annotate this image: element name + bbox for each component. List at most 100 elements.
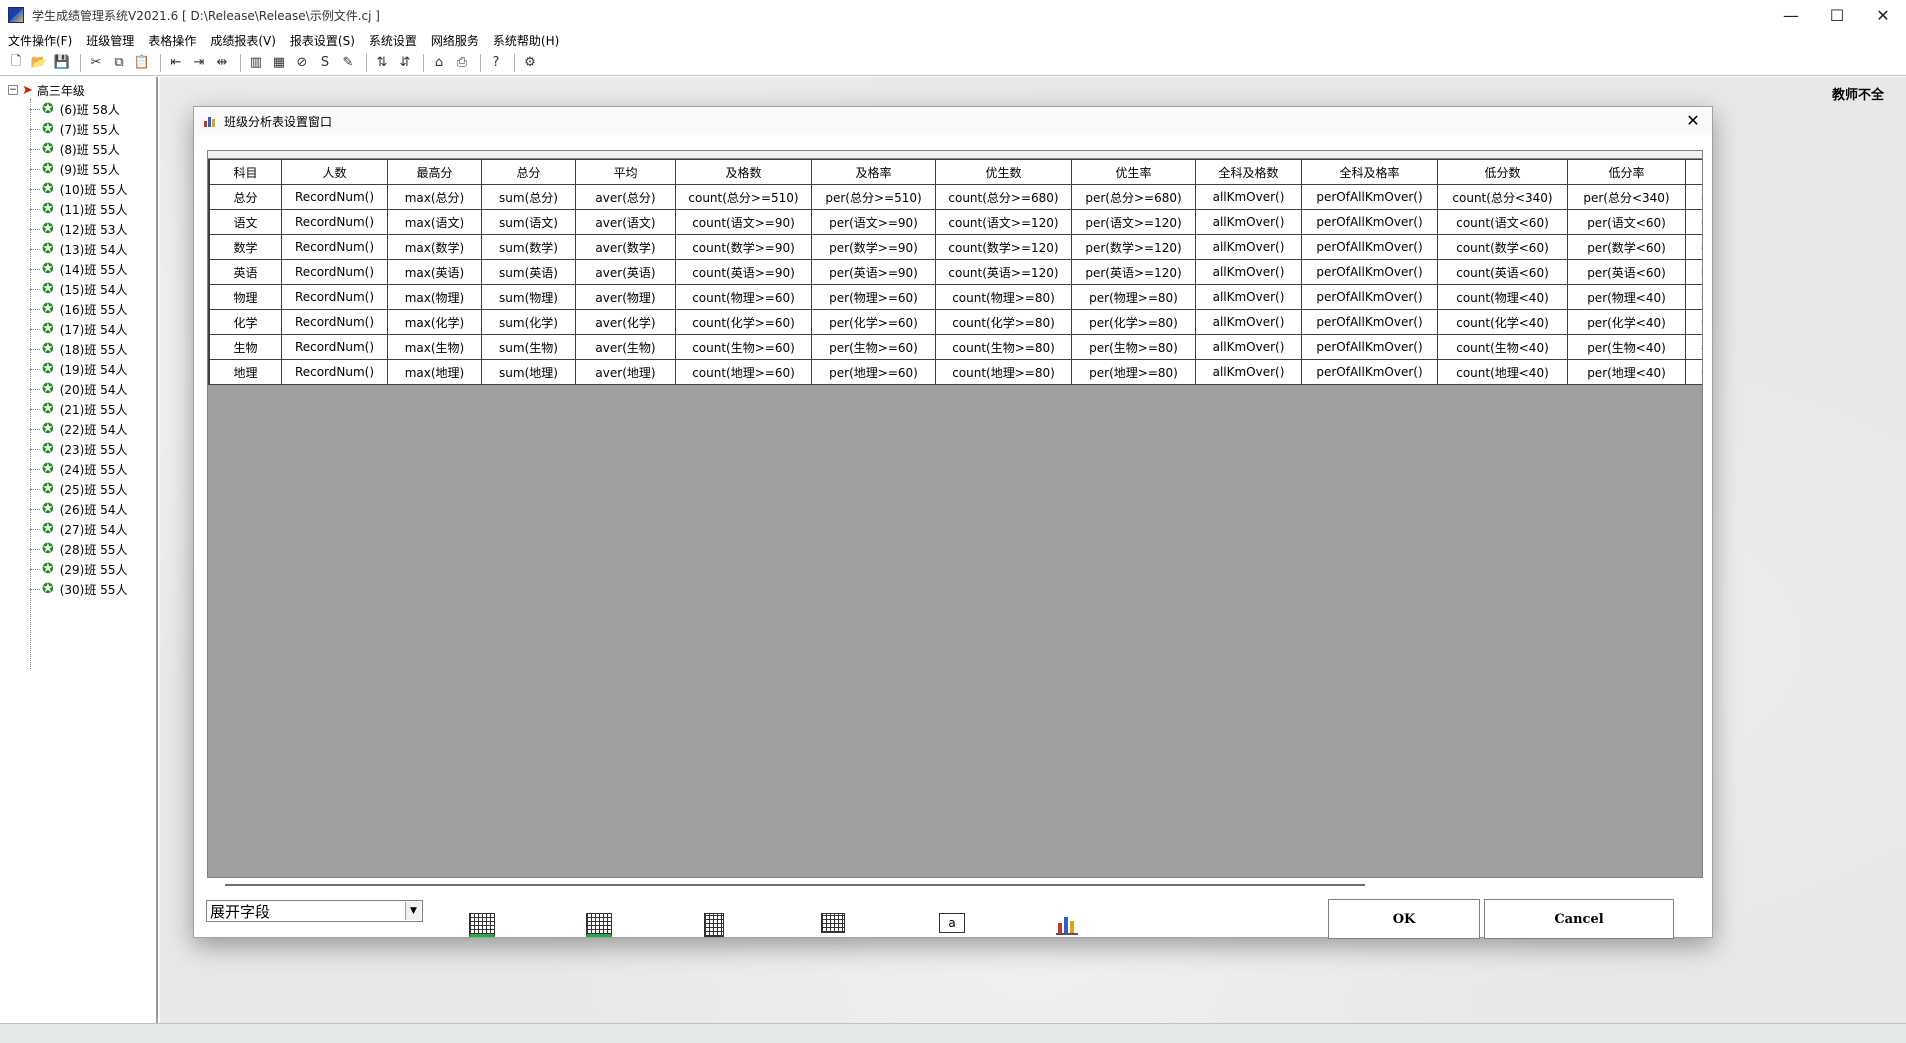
formula-cell[interactable]: perOfAllKmOver() xyxy=(1301,309,1438,335)
cut-icon[interactable]: ✂ xyxy=(86,53,106,73)
formula-cell[interactable]: count(化学<40) xyxy=(1437,309,1568,335)
tree-item-class[interactable]: ✪ (20)班 54人 xyxy=(30,379,127,399)
column-header[interactable]: 优生数 xyxy=(935,159,1072,185)
menu-class[interactable]: 班级管理 xyxy=(86,32,134,49)
paste-icon[interactable]: 📋 xyxy=(132,53,152,73)
formula-cell[interactable]: max(总分) xyxy=(387,184,482,210)
tree-item-class[interactable]: ✪ (13)班 54人 xyxy=(30,239,127,259)
formula-cell[interactable]: aver(生物) xyxy=(575,334,676,360)
formula-cell[interactable]: sum(数学) xyxy=(481,234,576,260)
tree-item-class[interactable]: ✪ (22)班 54人 xyxy=(30,419,127,439)
formula-cell[interactable]: aver(物理) xyxy=(575,284,676,310)
sql-icon[interactable]: S xyxy=(315,53,335,73)
subject-cell[interactable]: 地理 xyxy=(209,359,282,385)
column-header[interactable]: 及格率 xyxy=(811,159,936,185)
formula-cell[interactable]: count(总分>=680) xyxy=(935,184,1072,210)
help-icon[interactable]: ? xyxy=(486,53,506,73)
subject-cell[interactable]: 英语 xyxy=(209,259,282,285)
new-file-icon[interactable]: 🗋 xyxy=(6,53,26,73)
formula-cell[interactable]: count(语文>=120) xyxy=(935,209,1072,235)
formula-cell[interactable]: perOfAllKmOver() xyxy=(1301,209,1438,235)
formula-cell[interactable]: sum(英语) xyxy=(481,259,576,285)
formula-cell[interactable]: count(地理<40) xyxy=(1437,359,1568,385)
formula-cell[interactable]: = xyxy=(1685,259,1702,285)
menu-report[interactable]: 成绩报表(V) xyxy=(210,32,276,49)
tree-item-class[interactable]: ✪ (16)班 55人 xyxy=(30,299,127,319)
tree-item-class[interactable]: ✪ (29)班 55人 xyxy=(30,559,127,579)
grid-table-icon[interactable] xyxy=(586,913,614,937)
tree-item-class[interactable]: ✪ (30)班 55人 xyxy=(30,579,127,599)
column-header[interactable] xyxy=(1685,159,1702,185)
formula-cell[interactable]: RecordNum() xyxy=(281,284,388,310)
tree-item-class[interactable]: ✪ (10)班 55人 xyxy=(30,179,127,199)
cancel-button[interactable]: Cancel xyxy=(1484,899,1674,939)
formula-cell[interactable]: per(总分<340) xyxy=(1567,184,1686,210)
column-header[interactable]: 及格数 xyxy=(675,159,812,185)
formula-cell[interactable]: allKmOver() xyxy=(1195,234,1302,260)
formula-cell[interactable]: = xyxy=(1685,209,1702,235)
formula-cell[interactable]: per(生物>=60) xyxy=(811,334,936,360)
formula-cell[interactable]: max(英语) xyxy=(387,259,482,285)
formula-cell[interactable]: allKmOver() xyxy=(1195,334,1302,360)
formula-cell[interactable]: per(地理<40) xyxy=(1567,359,1686,385)
formula-cell[interactable]: perOfAllKmOver() xyxy=(1301,334,1438,360)
formula-cell[interactable]: perOfAllKmOver() xyxy=(1301,184,1438,210)
formula-cell[interactable]: per(英语<60) xyxy=(1567,259,1686,285)
formula-cell[interactable]: count(生物>=80) xyxy=(935,334,1072,360)
formula-cell[interactable]: per(物理<40) xyxy=(1567,284,1686,310)
field-combo[interactable]: 展开字段 ▼ xyxy=(206,900,423,922)
formula-cell[interactable]: per(化学>=80) xyxy=(1071,309,1196,335)
formula-cell[interactable]: per(语文>=120) xyxy=(1071,209,1196,235)
scrollbar-thumb[interactable] xyxy=(225,884,1365,886)
grid-view-icon[interactable] xyxy=(469,913,497,937)
tree-root[interactable]: − ➤ 高三年级 xyxy=(8,81,85,99)
tree-item-class[interactable]: ✪ (12)班 53人 xyxy=(30,219,127,239)
close-button[interactable]: ✕ xyxy=(1860,0,1906,30)
delete-row-icon[interactable]: ⇹ xyxy=(212,53,232,73)
tree-item-class[interactable]: ✪ (17)班 54人 xyxy=(30,319,127,339)
formula-cell[interactable]: allKmOver() xyxy=(1195,359,1302,385)
formula-cell[interactable]: per(地理>=60) xyxy=(811,359,936,385)
copy-icon[interactable]: ⧉ xyxy=(109,53,129,73)
formula-cell[interactable]: count(语文>=90) xyxy=(675,209,812,235)
formula-cell[interactable]: RecordNum() xyxy=(281,209,388,235)
formula-cell[interactable]: RecordNum() xyxy=(281,309,388,335)
formula-cell[interactable]: max(语文) xyxy=(387,209,482,235)
tree-item-class[interactable]: ✪ (6)班 58人 xyxy=(30,99,127,119)
formula-cell[interactable]: max(地理) xyxy=(387,359,482,385)
formula-cell[interactable]: aver(地理) xyxy=(575,359,676,385)
menu-table[interactable]: 表格操作 xyxy=(148,32,196,49)
tree-item-class[interactable]: ✪ (25)班 55人 xyxy=(30,479,127,499)
column-header[interactable]: 低分数 xyxy=(1437,159,1568,185)
formula-cell[interactable]: count(物理<40) xyxy=(1437,284,1568,310)
tree-item-class[interactable]: ✪ (9)班 55人 xyxy=(30,159,127,179)
formula-cell[interactable]: perOfAllKmOver() xyxy=(1301,359,1438,385)
formula-cell[interactable]: allKmOver() xyxy=(1195,284,1302,310)
formula-cell[interactable]: = xyxy=(1685,184,1702,210)
formula-cell[interactable]: perOfAllKmOver() xyxy=(1301,284,1438,310)
dialog-close-button[interactable]: ✕ xyxy=(1682,110,1704,132)
formula-cell[interactable]: max(化学) xyxy=(387,309,482,335)
tree-item-class[interactable]: ✪ (15)班 54人 xyxy=(30,279,127,299)
save-icon[interactable]: 💾 xyxy=(52,53,72,73)
formula-cell[interactable]: sum(总分) xyxy=(481,184,576,210)
formula-cell[interactable]: RecordNum() xyxy=(281,234,388,260)
formula-cell[interactable]: sum(地理) xyxy=(481,359,576,385)
insert-column-icon[interactable] xyxy=(704,913,732,937)
formula-cell[interactable]: max(数学) xyxy=(387,234,482,260)
menu-system-settings[interactable]: 系统设置 xyxy=(369,32,417,49)
formula-cell[interactable]: RecordNum() xyxy=(281,359,388,385)
formula-cell[interactable]: count(地理>=60) xyxy=(675,359,812,385)
formula-cell[interactable]: = xyxy=(1685,334,1702,360)
formula-cell[interactable]: max(物理) xyxy=(387,284,482,310)
column-header[interactable]: 总分 xyxy=(481,159,576,185)
formula-cell[interactable]: aver(总分) xyxy=(575,184,676,210)
column-header[interactable]: 人数 xyxy=(281,159,388,185)
formula-cell[interactable]: sum(物理) xyxy=(481,284,576,310)
split-column-icon[interactable] xyxy=(821,913,849,937)
formula-cell[interactable]: max(生物) xyxy=(387,334,482,360)
formula-cell[interactable]: count(总分<340) xyxy=(1437,184,1568,210)
subject-cell[interactable]: 总分 xyxy=(209,184,282,210)
column-header[interactable]: 低分率 xyxy=(1567,159,1686,185)
formula-cell[interactable]: per(数学<60) xyxy=(1567,234,1686,260)
